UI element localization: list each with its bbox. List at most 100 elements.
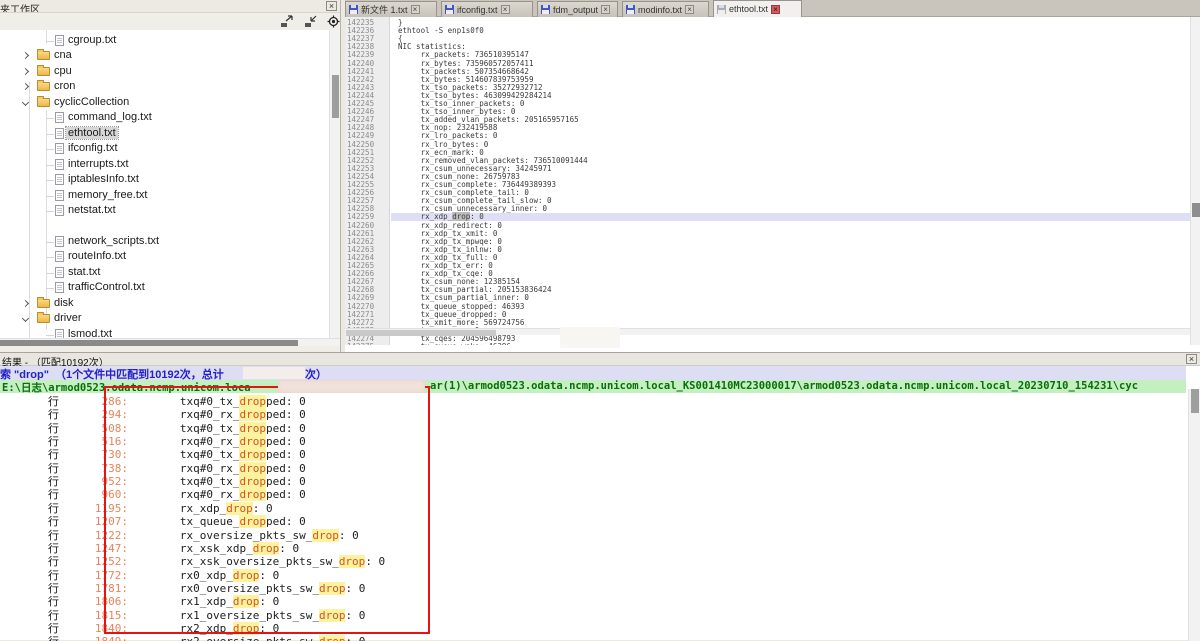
- chevron-right-icon[interactable]: [22, 52, 29, 59]
- tree-file-ethtool-txt[interactable]: ethtool.txt: [0, 126, 329, 141]
- tree-file-label[interactable]: command_log.txt: [66, 111, 154, 123]
- chevron-down-icon[interactable]: [22, 315, 29, 322]
- tree-folder-label[interactable]: cna: [52, 49, 74, 61]
- highlighted-match: drop: [312, 529, 339, 542]
- tree-folder-label[interactable]: cpu: [52, 65, 74, 77]
- tree-file-trafficcontrol-txt[interactable]: trafficControl.txt: [0, 280, 329, 295]
- tree-file-command-log-txt[interactable]: command_log.txt: [0, 110, 329, 125]
- tab-close-icon[interactable]: ×: [771, 5, 780, 14]
- search-result-row[interactable]: 行1806: rx1_xdp_drop: 0: [0, 595, 1186, 608]
- results-file-path[interactable]: E:\日志\armod0523.odata.ncmp.unicom.loca a…: [0, 380, 1186, 393]
- tree-file-interrupts-txt[interactable]: interrupts.txt: [0, 157, 329, 172]
- tree-file-label[interactable]: ethtool.txt: [66, 127, 118, 139]
- expand-all-icon[interactable]: [279, 15, 294, 28]
- chevron-right-icon[interactable]: [22, 300, 29, 307]
- search-result-row[interactable]: 行738: rxq#0_rx_dropped: 0: [0, 462, 1186, 475]
- results-vertical-scrollbar-thumb[interactable]: [1191, 389, 1199, 413]
- results-vertical-scrollbar[interactable]: [1188, 389, 1200, 641]
- tree-file-lsmod-txt[interactable]: lsmod.txt: [0, 327, 329, 338]
- search-result-row[interactable]: 行1222: rx_oversize_pkts_sw_drop: 0: [0, 529, 1186, 542]
- tree-file-label[interactable]: netstat.txt: [66, 204, 118, 216]
- search-result-row[interactable]: 行1247: rx_xsk_xdp_drop: 0: [0, 542, 1186, 555]
- tree-folder-label[interactable]: disk: [52, 297, 76, 309]
- search-result-row[interactable]: 行960: rxq#0_rx_dropped: 0: [0, 488, 1186, 501]
- search-result-row[interactable]: 行294: rxq#0_rx_dropped: 0: [0, 408, 1186, 421]
- tree-file-label[interactable]: routeInfo.txt: [66, 250, 128, 262]
- tab-close-icon[interactable]: ×: [601, 5, 610, 14]
- tab-label: ifconfig.txt: [457, 5, 498, 15]
- tab-close-icon[interactable]: ×: [411, 5, 420, 14]
- chevron-right-icon[interactable]: [22, 83, 29, 90]
- chevron-down-icon[interactable]: [22, 99, 29, 106]
- tree-file-label[interactable]: interrupts.txt: [66, 158, 131, 170]
- search-result-row[interactable]: 行1815: rx1_oversize_pkts_sw_drop: 0: [0, 609, 1186, 622]
- tree-file-stat-txt[interactable]: stat.txt: [0, 265, 329, 280]
- editor-tab-ethtool-txt[interactable]: ethtool.txt×: [713, 0, 802, 17]
- tree-file-cgroup-txt[interactable]: cgroup.txt: [0, 33, 329, 48]
- locate-current-file-icon[interactable]: [326, 15, 341, 28]
- tree-folder-label[interactable]: driver: [52, 312, 84, 324]
- results-close-button[interactable]: ×: [1186, 354, 1197, 364]
- result-line-number: 508:: [66, 422, 128, 435]
- editor-tab-modinfo-txt[interactable]: modinfo.txt×: [622, 1, 709, 17]
- chevron-right-icon[interactable]: [22, 68, 29, 75]
- tree-horizontal-scrollbar[interactable]: [0, 338, 340, 346]
- editor-line[interactable]: 142237{: [345, 35, 1190, 43]
- editor-text-area[interactable]: 142235}142236ethtool -S enp1s0f0142237{1…: [345, 17, 1190, 345]
- search-result-row[interactable]: 行286: txq#0_tx_dropped: 0: [0, 395, 1186, 408]
- highlighted-match: drop: [319, 582, 346, 595]
- tree-file-memory-free-txt[interactable]: memory_free.txt: [0, 188, 329, 203]
- tree-folder-driver[interactable]: driver: [0, 311, 329, 326]
- tree-file-ifconfig-txt[interactable]: ifconfig.txt: [0, 141, 329, 156]
- collapse-all-icon[interactable]: [303, 15, 318, 28]
- highlighted-match: drop: [239, 408, 266, 421]
- editor-vertical-scrollbar[interactable]: [1190, 17, 1200, 345]
- tree-folder-cpu[interactable]: cpu: [0, 64, 329, 79]
- search-result-row[interactable]: 行1207: tx_queue_dropped: 0: [0, 515, 1186, 528]
- editor-tab-ifconfig-txt[interactable]: ifconfig.txt×: [441, 1, 533, 17]
- tree-folder-label[interactable]: cron: [52, 80, 77, 92]
- search-result-row[interactable]: 行1840: rx2_xdp_drop: 0: [0, 622, 1186, 635]
- search-result-row[interactable]: 行516: rxq#0_rx_dropped: 0: [0, 435, 1186, 448]
- search-result-row[interactable]: 行1772: rx0_xdp_drop: 0: [0, 569, 1186, 582]
- tree-folder-cna[interactable]: cna: [0, 48, 329, 63]
- editor-tab--1-txt[interactable]: 新文件 1.txt×: [345, 1, 437, 17]
- tree-horizontal-scrollbar-thumb[interactable]: [0, 340, 298, 346]
- search-result-row[interactable]: 行1849: rx2_oversize_pkts_sw_drop: 0: [0, 635, 1186, 641]
- search-result-row[interactable]: 行508: txq#0_tx_dropped: 0: [0, 422, 1186, 435]
- workspace-close-button[interactable]: ×: [326, 1, 337, 11]
- tree-folder-cron[interactable]: cron: [0, 79, 329, 94]
- tree-vertical-scrollbar[interactable]: [329, 30, 340, 338]
- tab-close-icon[interactable]: ×: [501, 5, 510, 14]
- tree-file-network-scripts-txt[interactable]: network_scripts.txt: [0, 234, 329, 249]
- tree-file-label[interactable]: stat.txt: [66, 266, 102, 278]
- search-result-row[interactable]: 行1781: rx0_oversize_pkts_sw_drop: 0: [0, 582, 1186, 595]
- editor-horizontal-scrollbar[interactable]: [345, 328, 1190, 335]
- editor-horizontal-scrollbar-thumb[interactable]: [346, 330, 496, 336]
- tree-file-label[interactable]: lsmod.txt: [66, 328, 114, 338]
- row-label: 行: [48, 609, 59, 622]
- tree-file-iptablesinfo-txt[interactable]: iptablesInfo.txt: [0, 172, 329, 187]
- search-result-row[interactable]: 行1195: rx_xdp_drop: 0: [0, 502, 1186, 515]
- tree-file-label[interactable]: cgroup.txt: [66, 34, 118, 46]
- tree-file-label[interactable]: memory_free.txt: [66, 189, 149, 201]
- tree-file-label[interactable]: network_scripts.txt: [66, 235, 161, 247]
- tree-vertical-scrollbar-thumb[interactable]: [332, 75, 339, 118]
- tree-folder-label[interactable]: cyclicCollection: [52, 96, 131, 108]
- tree-folder-cycliccollection[interactable]: cyclicCollection: [0, 95, 329, 110]
- editor-vertical-scrollbar-thumb[interactable]: [1192, 203, 1200, 217]
- editor-tab-fdm-output[interactable]: fdm_output×: [537, 1, 618, 17]
- search-result-row[interactable]: 行952: txq#0_tx_dropped: 0: [0, 475, 1186, 488]
- search-result-row[interactable]: 行730: txq#0_tx_dropped: 0: [0, 448, 1186, 461]
- editor-line[interactable]: 142275 tx_queue_wake: 46396: [345, 343, 1190, 345]
- tree-file-label[interactable]: trafficControl.txt: [66, 281, 147, 293]
- tree-file-netstat-txt[interactable]: netstat.txt: [0, 203, 329, 218]
- tree-file-label[interactable]: ifconfig.txt: [66, 142, 120, 154]
- tree-file-label[interactable]: iptablesInfo.txt: [66, 173, 141, 185]
- editor-line[interactable]: 142236ethtool -S enp1s0f0: [345, 27, 1190, 35]
- highlighted-match: drop: [319, 609, 346, 622]
- search-result-row[interactable]: 行1252: rx_xsk_oversize_pkts_sw_drop: 0: [0, 555, 1186, 568]
- tree-folder-disk[interactable]: disk: [0, 296, 329, 311]
- tree-file-routeinfo-txt[interactable]: routeInfo.txt: [0, 249, 329, 264]
- tab-close-icon[interactable]: ×: [685, 5, 694, 14]
